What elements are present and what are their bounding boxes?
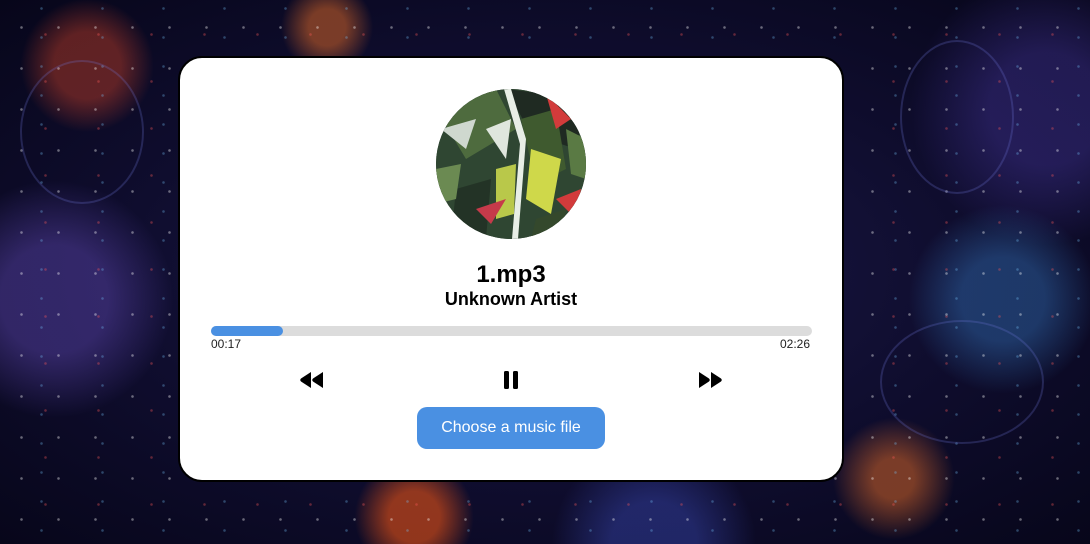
pause-button[interactable] [496,367,526,393]
music-player-card: 1.mp3 Unknown Artist 00:17 02:26 Choose … [178,56,844,482]
background-swirl [900,40,1014,194]
current-time: 00:17 [211,337,242,351]
fast-forward-button[interactable] [695,367,725,393]
progress-bar[interactable] [211,326,812,336]
rewind-icon [300,372,323,388]
fast-forward-icon [699,372,722,388]
rewind-button[interactable] [297,367,327,393]
progress-bar-fill [211,326,284,336]
background-swirl [880,320,1044,444]
track-artist: Unknown Artist [444,289,578,309]
track-title: 1.mp3 [476,261,546,288]
album-art [436,89,586,239]
pause-icon [504,371,518,389]
total-time: 02:26 [779,337,810,351]
background-swirl [20,60,144,204]
choose-music-file-button[interactable]: Choose a music file [417,407,605,449]
